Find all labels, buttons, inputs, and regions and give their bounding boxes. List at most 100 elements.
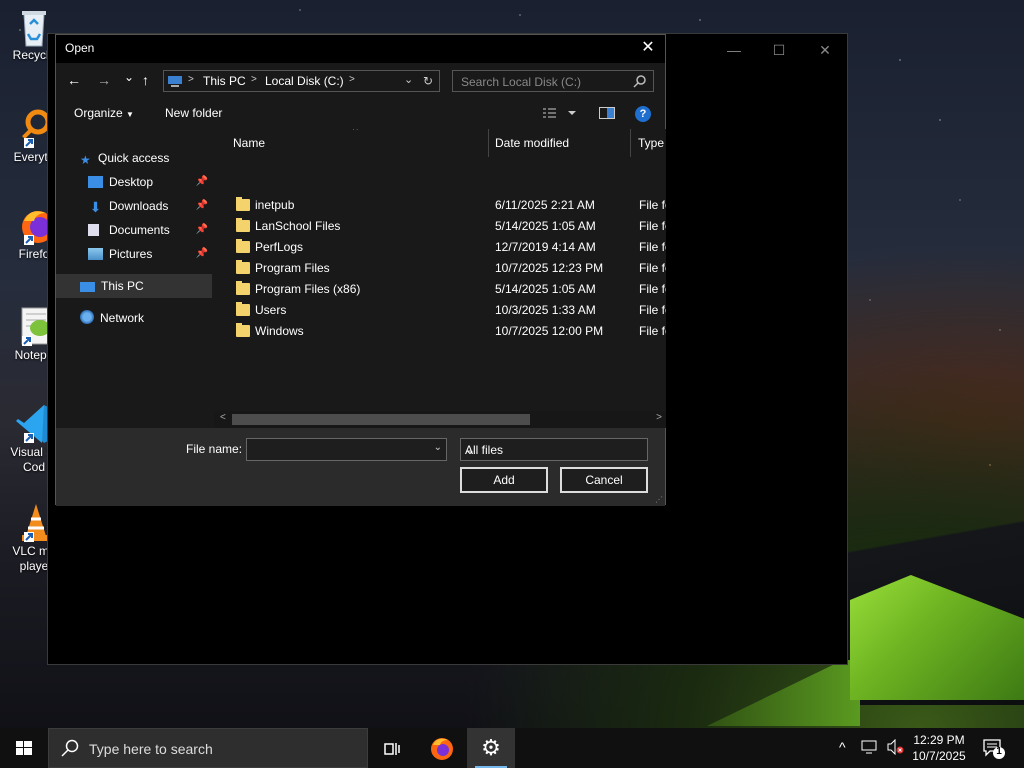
forward-button[interactable]: → <box>97 71 111 89</box>
file-date: 5/14/2025 1:05 AM <box>495 282 596 296</box>
nav-item-label: Downloads <box>109 199 169 213</box>
star-icon: ★ <box>80 153 91 167</box>
show-hidden-icons-chevron-icon[interactable]: ^ <box>839 739 846 755</box>
search-icon <box>61 739 79 760</box>
firefox-icon <box>431 738 453 761</box>
up-button[interactable]: ↑ <box>142 71 149 89</box>
search-icon <box>633 74 647 91</box>
file-row[interactable]: Program Files 10/7/2025 12:23 PM File fo <box>214 258 666 279</box>
nav-item-label: Documents <box>109 223 170 237</box>
add-button[interactable]: Add <box>460 467 548 493</box>
clock-time: 12:29 PM <box>913 733 965 747</box>
chevron-down-icon[interactable]: ⌄ <box>404 73 413 86</box>
breadcrumb-this-pc[interactable]: This PC <box>203 74 246 88</box>
taskbar: Type here to search ⚙ ^ 12:29 PM 10/7/20… <box>0 728 1024 768</box>
file-name: inetpub <box>255 198 295 212</box>
cancel-button[interactable]: Cancel <box>560 467 648 493</box>
pin-icon: 📌 <box>195 248 208 259</box>
preview-pane-icon[interactable] <box>599 107 615 122</box>
notification-count: 1 <box>996 746 1002 757</box>
chevron-down-icon[interactable]: ⌄ <box>434 442 442 453</box>
file-type: File fo <box>639 282 666 296</box>
folder-icon <box>236 239 250 253</box>
folder-icon <box>236 197 250 211</box>
file-date: 5/14/2025 1:05 AM <box>495 219 596 233</box>
navigation-bar: ← → ⌄ ↑ > This PC > Local Disk (C:) > ⌄ … <box>56 63 665 99</box>
action-center-button[interactable]: 1 <box>982 738 1006 763</box>
this-pc-icon <box>80 282 95 292</box>
search-box[interactable]: Search Local Disk (C:) <box>452 70 654 92</box>
documents-icon <box>88 224 99 236</box>
file-date: 10/7/2025 12:23 PM <box>495 261 604 275</box>
file-row[interactable]: inetpub 6/11/2025 2:21 AM File fo <box>214 195 666 216</box>
nav-item-label: This PC <box>101 279 144 293</box>
nav-network[interactable]: Network <box>80 306 210 330</box>
open-dialog: Open ✕ ← → ⌄ ↑ > This PC > Local Disk (C… <box>55 34 666 506</box>
minimize-button[interactable]: — <box>711 38 757 62</box>
file-name: LanSchool Files <box>255 219 341 233</box>
file-date: 10/3/2025 1:33 AM <box>495 303 596 317</box>
breadcrumb-local-disk[interactable]: Local Disk (C:) <box>265 74 344 88</box>
back-button[interactable]: ← <box>67 71 81 89</box>
dialog-title: Open <box>65 41 95 55</box>
nav-downloads[interactable]: ⬇ Downloads 📌 <box>88 194 212 218</box>
file-type: File fo <box>639 219 666 233</box>
taskbar-search-box[interactable]: Type here to search <box>48 728 368 768</box>
folder-icon <box>236 281 250 295</box>
nav-documents[interactable]: Documents 📌 <box>88 218 212 242</box>
dialog-close-button[interactable]: ✕ <box>631 35 665 63</box>
system-clock[interactable]: 12:29 PM 10/7/2025 <box>902 732 976 764</box>
nav-this-pc[interactable]: This PC <box>56 274 212 298</box>
organize-label: Organize <box>74 106 123 120</box>
nav-item-label: Pictures <box>109 247 153 261</box>
resize-grip-icon[interactable]: ⋰ <box>655 495 663 504</box>
downloads-icon: ⬇ <box>89 199 102 215</box>
folder-icon <box>236 218 250 232</box>
network-status-icon[interactable] <box>861 739 879 758</box>
column-header-type[interactable]: Type <box>631 129 666 157</box>
task-view-icon <box>384 743 400 756</box>
folder-icon <box>236 260 250 274</box>
help-button[interactable]: ? <box>635 106 651 122</box>
file-row[interactable]: LanSchool Files 5/14/2025 1:05 AM File fo <box>214 216 666 237</box>
new-folder-button[interactable]: New folder <box>165 106 222 120</box>
dialog-title-bar[interactable]: Open ✕ <box>56 35 665 63</box>
close-button[interactable]: ✕ <box>802 38 848 62</box>
organize-menu[interactable]: Organize ▼ <box>74 106 134 120</box>
file-type-filter[interactable]: All files ⌄ <box>460 438 648 461</box>
file-row[interactable]: PerfLogs 12/7/2019 4:14 AM File fo <box>214 237 666 258</box>
maximize-button[interactable]: ☐ <box>756 38 802 62</box>
file-date: 12/7/2019 4:14 AM <box>495 240 596 254</box>
file-name-input[interactable]: ⌄ <box>246 438 447 461</box>
refresh-icon[interactable]: ↻ <box>423 74 433 88</box>
scroll-right-icon[interactable]: > <box>656 412 662 423</box>
nav-quick-access[interactable]: ★ Quick access <box>80 146 210 170</box>
navigation-pane: ★ Quick access Desktop 📌 ⬇ Downloads 📌 Docum… <box>56 129 214 428</box>
nav-pictures[interactable]: Pictures 📌 <box>88 242 212 266</box>
file-name: PerfLogs <box>255 240 304 254</box>
nav-desktop[interactable]: Desktop 📌 <box>88 170 212 194</box>
task-view-button[interactable] <box>368 728 416 768</box>
taskbar-settings[interactable]: ⚙ <box>467 728 515 768</box>
nav-item-label: Desktop <box>109 175 154 189</box>
search-placeholder: Search Local Disk (C:) <box>461 75 582 89</box>
nav-item-label: Quick access <box>98 151 170 165</box>
address-bar[interactable]: > This PC > Local Disk (C:) > ⌄ ↻ <box>163 70 440 92</box>
start-button[interactable] <box>0 728 48 768</box>
clock-date: 10/7/2025 <box>912 749 966 763</box>
file-name: Windows <box>255 324 304 338</box>
file-type: File fo <box>639 240 666 254</box>
file-date: 6/11/2025 2:21 AM <box>495 198 595 212</box>
taskbar-firefox[interactable] <box>418 728 466 768</box>
recent-locations-button[interactable]: ⌄ <box>124 68 134 86</box>
horizontal-scrollbar[interactable]: < > <box>214 411 666 428</box>
column-header-name[interactable]: Name <box>215 129 489 157</box>
view-options-icon[interactable] <box>542 107 576 122</box>
file-row[interactable]: Program Files (x86) 5/14/2025 1:05 AM File… <box>214 279 666 300</box>
scroll-left-icon[interactable]: < <box>220 412 226 423</box>
file-row[interactable]: Users 10/3/2025 1:33 AM File fo <box>214 300 666 321</box>
pin-icon: 📌 <box>195 176 208 187</box>
column-header-date[interactable]: Date modified <box>489 129 631 157</box>
file-row[interactable]: Windows 10/7/2025 12:00 PM File fo <box>214 321 666 342</box>
scrollbar-thumb[interactable] <box>232 414 530 425</box>
